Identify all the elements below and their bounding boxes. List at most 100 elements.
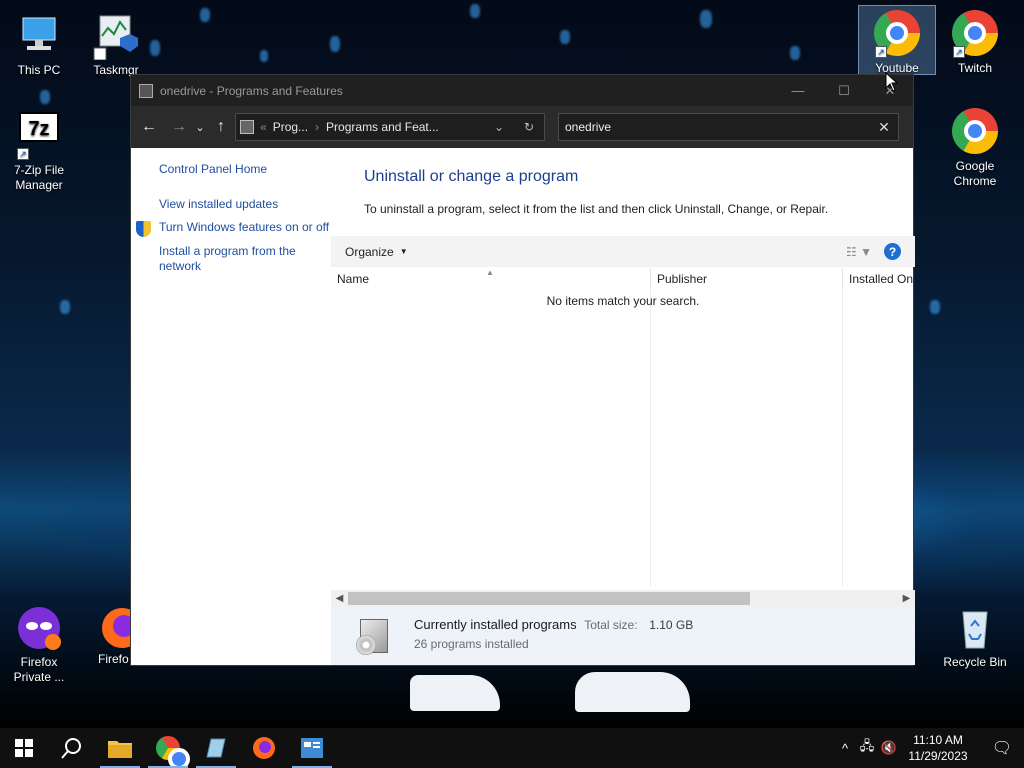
control-panel-icon: [301, 738, 323, 758]
chrome-icon: ↗: [873, 10, 921, 58]
column-label: Name: [337, 272, 370, 286]
desktop-icon-label: This PC: [17, 63, 61, 77]
scroll-left-icon[interactable]: ◀: [331, 593, 348, 604]
back-button[interactable]: ←: [137, 115, 161, 139]
notepad-icon: [206, 738, 226, 758]
volume-muted-icon[interactable]: 🔇: [878, 740, 900, 756]
view-installed-updates-link[interactable]: View installed updates: [159, 197, 331, 212]
wallpaper-light: [40, 90, 50, 104]
wallpaper-light: [470, 4, 480, 18]
organize-button[interactable]: Organize ▼: [345, 245, 408, 259]
caret-down-icon: ▼: [399, 247, 408, 256]
show-hidden-icons-chevron-icon[interactable]: ^: [834, 741, 856, 756]
breadcrumb-programs[interactable]: Prog...: [273, 120, 308, 134]
desktop-icon-firefox[interactable]: Firefo: [78, 604, 130, 667]
breadcrumb-overflow[interactable]: «: [260, 120, 267, 134]
column-header-name[interactable]: ▲ Name: [331, 268, 651, 290]
column-divider: [650, 290, 651, 586]
wallpaper-light: [790, 46, 800, 60]
mouse-cursor-icon: [885, 72, 899, 92]
desktop-icon-label: Recycle Bin: [943, 655, 1007, 669]
wallpaper-light: [700, 10, 712, 28]
sort-ascending-icon: ▲: [486, 268, 494, 277]
taskbar-control-panel[interactable]: [288, 728, 336, 768]
notifications-icon[interactable]: 🗨: [980, 738, 1024, 758]
taskbar-notepad[interactable]: [192, 728, 240, 768]
windows-logo-icon: [15, 739, 33, 757]
scroll-right-icon[interactable]: ▶: [898, 593, 915, 604]
wallpaper-cloud: [410, 675, 500, 711]
recent-locations-button[interactable]: ⌄: [191, 115, 209, 139]
up-button[interactable]: ↑: [209, 115, 233, 139]
column-headers: ▲ Name Publisher Installed On: [331, 268, 915, 290]
address-bar[interactable]: « Prog... › Programs and Feat... ⌄ ↻: [235, 113, 545, 141]
change-view-icon[interactable]: ☷ ▼: [846, 245, 872, 259]
taskbar-chrome[interactable]: [144, 728, 192, 768]
organize-label: Organize: [345, 244, 394, 259]
taskbar: ^ 🖧 🔇 11:10 AM 11/29/2023 🗨: [0, 728, 1024, 768]
scrollbar-thumb[interactable]: [348, 592, 750, 605]
clock-time: 11:10 AM: [913, 733, 963, 747]
left-pane: Control Panel Home View installed update…: [131, 148, 331, 665]
desktop-icon-google-chrome[interactable]: Google Chrome: [937, 108, 1013, 189]
windows-features-link[interactable]: Turn Windows features on or off: [136, 220, 331, 237]
desktop-icon-taskmgr[interactable]: Taskmgr: [78, 12, 154, 78]
help-icon[interactable]: ?: [884, 243, 901, 260]
column-label: Publisher: [657, 272, 708, 286]
total-size-label: Total size:: [584, 618, 638, 632]
forward-button[interactable]: →: [167, 115, 191, 139]
search-button[interactable]: [48, 728, 96, 768]
programs-and-features-window: onedrive - Programs and Features — ☐ ✕ ←…: [130, 74, 915, 666]
desktop-icon-label: Firefox Private ...: [13, 655, 65, 684]
folder-icon: [108, 741, 132, 758]
desktop-icon-label: Firefo: [98, 652, 129, 666]
installer-icon: [356, 617, 394, 657]
desktop-icon-youtube[interactable]: ↗ Youtube: [858, 5, 936, 75]
system-tray: ^ 🖧 🔇 11:10 AM 11/29/2023 🗨: [834, 728, 1024, 768]
install-from-network-link[interactable]: Install a program from the network: [159, 244, 331, 274]
taskbar-file-explorer[interactable]: [96, 728, 144, 768]
desktop-icon-label: Twitch: [957, 61, 992, 75]
network-icon[interactable]: 🖧: [856, 737, 878, 759]
column-header-installed-on[interactable]: Installed On: [843, 268, 915, 290]
minimize-button[interactable]: —: [775, 75, 821, 106]
main-pane: Uninstall or change a program To uninsta…: [331, 148, 915, 665]
desktop-icon-this-pc[interactable]: This PC: [1, 12, 77, 78]
search-icon: [61, 738, 81, 759]
wallpaper-light: [200, 8, 210, 22]
wallpaper-light: [60, 300, 70, 314]
desktop-icon-firefox-private[interactable]: Firefox Private ...: [1, 604, 77, 685]
desktop-icon-label: 7-Zip File Manager: [13, 163, 64, 192]
clear-search-icon[interactable]: ✕: [870, 119, 898, 136]
desktop-icon-label: Google Chrome: [953, 159, 997, 188]
control-panel-home-link[interactable]: Control Panel Home: [159, 162, 331, 177]
desktop-icon-twitch[interactable]: ↗ Twitch: [937, 10, 1013, 76]
wallpaper-light: [330, 36, 340, 52]
column-header-publisher[interactable]: Publisher: [651, 268, 843, 290]
title-bar[interactable]: onedrive - Programs and Features — ☐ ✕: [131, 75, 913, 106]
this-pc-icon: [15, 12, 63, 60]
taskmgr-icon: [92, 12, 140, 61]
breadcrumb-programs-and-features[interactable]: Programs and Feat...: [326, 120, 439, 134]
maximize-button[interactable]: ☐: [821, 75, 867, 106]
column-label: Installed On: [849, 272, 914, 286]
firefox-icon: [253, 737, 275, 759]
search-box[interactable]: onedrive ✕: [558, 113, 899, 141]
search-input[interactable]: onedrive: [565, 120, 870, 134]
total-size-value: 1.10 GB: [649, 618, 694, 632]
refresh-icon[interactable]: ↻: [514, 120, 544, 134]
start-button[interactable]: [0, 728, 48, 768]
desktop-icon-recycle-bin[interactable]: Recycle Bin: [937, 604, 1013, 670]
horizontal-scrollbar[interactable]: ◀ ▶: [331, 590, 915, 607]
clock[interactable]: 11:10 AM 11/29/2023: [906, 732, 970, 764]
recycle-bin-icon: [951, 604, 999, 652]
taskbar-firefox[interactable]: [240, 728, 288, 768]
wallpaper-light: [560, 30, 570, 44]
desktop-icon-7zip[interactable]: 7z ↗ 7-Zip File Manager: [1, 112, 77, 193]
navigation-bar: ← → ⌄ ↑ « Prog... › Programs and Feat...…: [131, 106, 913, 148]
breadcrumb-separator: ›: [315, 120, 320, 134]
address-dropdown-icon[interactable]: ⌄: [484, 120, 514, 134]
control-panel-icon: [139, 83, 153, 98]
uac-shield-icon: [136, 221, 151, 237]
empty-list-message: No items match your search.: [546, 294, 700, 308]
